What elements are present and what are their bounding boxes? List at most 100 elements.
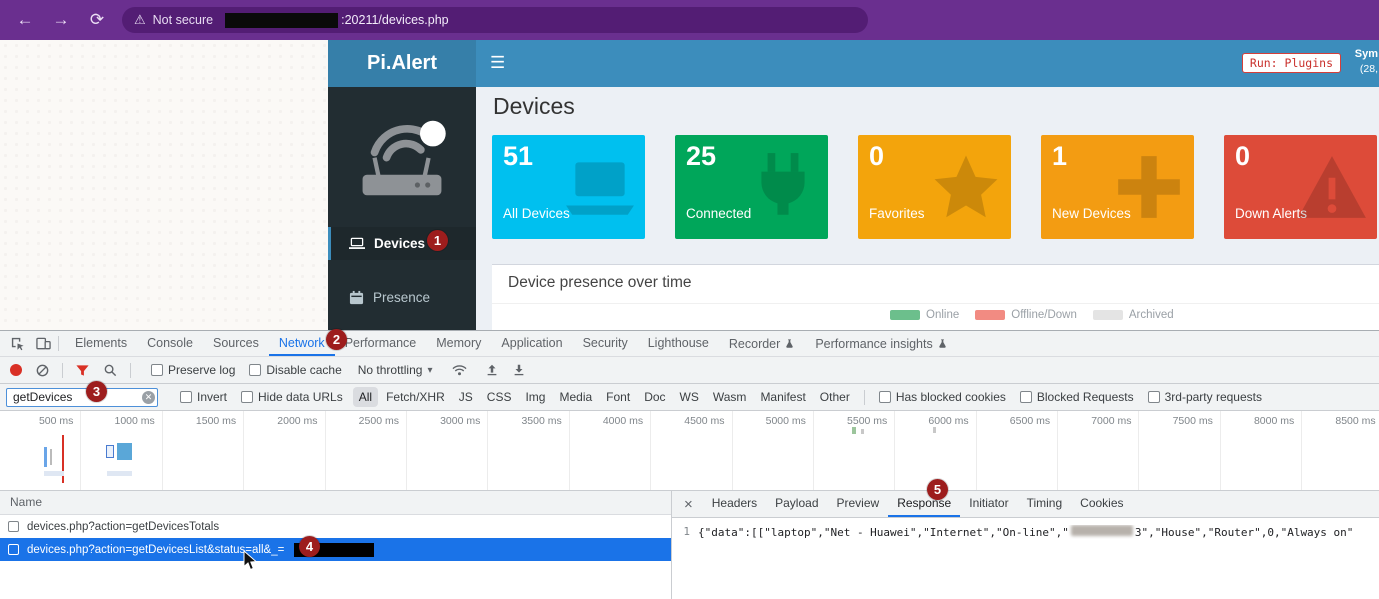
waterfall-mark — [933, 427, 936, 433]
tab-headers[interactable]: Headers — [703, 491, 766, 517]
stat-cards: 51 All Devices 25 Connected — [492, 135, 1379, 239]
card-new-devices[interactable]: 1 New Devices — [1041, 135, 1194, 239]
refresh-icon[interactable]: ⟳ — [86, 10, 108, 30]
filter-pill-other[interactable]: Other — [814, 387, 856, 407]
filter-pill-img[interactable]: Img — [519, 387, 551, 407]
third-party-requests-checkbox[interactable]: 3rd-party requests — [1148, 390, 1262, 404]
response-body[interactable]: 1 {"data":[["laptop","Net - Huawei","Int… — [672, 518, 1379, 539]
hide-data-urls-checkbox[interactable]: Hide data URLs — [241, 390, 343, 404]
laptop-icon — [563, 149, 637, 225]
device-toolbar-icon[interactable] — [34, 336, 52, 351]
blocked-requests-checkbox[interactable]: Blocked Requests — [1020, 390, 1134, 404]
card-favorites[interactable]: 0 Favorites — [858, 135, 1011, 239]
network-timeline[interactable]: 500 ms 1000 ms 1500 ms 2000 ms 2500 ms 3… — [0, 411, 1379, 491]
filter-pill-ws[interactable]: WS — [674, 387, 705, 407]
card-connected[interactable]: 25 Connected — [675, 135, 828, 239]
record-icon[interactable] — [10, 364, 22, 376]
request-row-get-devices-totals[interactable]: devices.php?action=getDevicesTotals — [0, 515, 671, 538]
close-icon[interactable]: × — [672, 496, 703, 513]
clear-network-log-icon[interactable] — [35, 363, 50, 378]
tab-preview[interactable]: Preview — [828, 491, 889, 517]
legend-label: Online — [926, 309, 959, 321]
invert-checkbox[interactable]: Invert — [180, 390, 227, 404]
tab-payload[interactable]: Payload — [766, 491, 827, 517]
checkbox[interactable] — [1148, 391, 1160, 403]
request-row-get-devices-list[interactable]: devices.php?action=getDevicesList&status… — [0, 538, 671, 561]
disable-cache-checkbox[interactable]: Disable cache — [249, 363, 341, 377]
checkbox[interactable] — [1020, 391, 1032, 403]
legend-swatch — [890, 310, 920, 320]
tab-timing[interactable]: Timing — [1018, 491, 1072, 517]
tab-sources[interactable]: Sources — [203, 331, 269, 356]
divider — [130, 363, 131, 378]
tab-console[interactable]: Console — [137, 331, 203, 356]
tab-network[interactable]: Network — [269, 331, 335, 356]
preserve-log-checkbox[interactable]: Preserve log — [151, 363, 235, 377]
forward-icon[interactable]: → — [50, 10, 72, 30]
timeline-label: 6500 ms — [977, 411, 1058, 490]
filter-pill-wasm[interactable]: Wasm — [707, 387, 753, 407]
filter-pill-doc[interactable]: Doc — [638, 387, 671, 407]
checkbox[interactable] — [249, 364, 261, 376]
throttling-select[interactable]: No throttling ▾ — [358, 363, 433, 377]
network-conditions-icon[interactable] — [452, 363, 467, 378]
import-har-icon[interactable] — [485, 363, 499, 377]
checkbox[interactable] — [879, 391, 891, 403]
legend-swatch — [1093, 310, 1123, 320]
checkbox-label: Disable cache — [266, 363, 341, 377]
network-filter-input[interactable] — [6, 388, 158, 407]
timeline-label: 2000 ms — [244, 411, 325, 490]
sidebar-item-presence[interactable]: Presence — [328, 281, 476, 314]
inspect-icon[interactable] — [8, 336, 26, 351]
checkbox[interactable] — [151, 364, 163, 376]
tab-label: Recorder — [729, 332, 780, 356]
search-icon[interactable] — [103, 363, 118, 378]
run-plugins-button[interactable]: Run: Plugins — [1242, 53, 1341, 73]
tab-performance-insights[interactable]: Performance insights — [805, 331, 957, 356]
sidebar-item-devices[interactable]: Devices — [328, 227, 476, 260]
card-down-alerts[interactable]: 0 Down Alerts — [1224, 135, 1377, 239]
filter-pill-js[interactable]: JS — [453, 387, 479, 407]
filter-pill-fetch-xhr[interactable]: Fetch/XHR — [380, 387, 451, 407]
checkbox[interactable] — [8, 521, 19, 532]
tab-cookies[interactable]: Cookies — [1071, 491, 1132, 517]
legend-online: Online — [890, 309, 959, 321]
tab-application[interactable]: Application — [491, 331, 572, 356]
filter-pill-css[interactable]: CSS — [481, 387, 518, 407]
clear-filter-icon[interactable]: ✕ — [142, 391, 155, 404]
export-har-icon[interactable] — [512, 363, 526, 377]
filter-pill-font[interactable]: Font — [600, 387, 636, 407]
header-corner-text-bottom: (28, — [1360, 63, 1378, 75]
tab-performance[interactable]: Performance — [335, 331, 427, 356]
tab-recorder[interactable]: Recorder — [719, 331, 805, 356]
redacted-response-value — [1071, 525, 1133, 536]
filter-icon[interactable] — [75, 363, 90, 378]
tab-response[interactable]: Response — [888, 491, 960, 517]
legend-label: Offline/Down — [1011, 309, 1077, 321]
requests-name-header[interactable]: Name — [0, 491, 671, 515]
filter-pill-media[interactable]: Media — [553, 387, 598, 407]
checkbox[interactable] — [180, 391, 192, 403]
filter-pill-manifest[interactable]: Manifest — [754, 387, 811, 407]
timeline-label: 1500 ms — [163, 411, 244, 490]
checkbox[interactable] — [8, 544, 19, 555]
has-blocked-cookies-checkbox[interactable]: Has blocked cookies — [879, 390, 1006, 404]
checkbox-label: Blocked Requests — [1037, 390, 1134, 404]
calendar-icon — [349, 290, 364, 305]
filter-input-wrap: ✕ — [6, 388, 158, 407]
address-bar[interactable]: ⚠ Not secure :20211/devices.php — [122, 7, 868, 33]
timeline-label: 7500 ms — [1139, 411, 1220, 490]
tab-elements[interactable]: Elements — [65, 331, 137, 356]
tab-lighthouse[interactable]: Lighthouse — [638, 331, 719, 356]
not-secure-label[interactable]: Not secure — [153, 13, 213, 27]
app-logo[interactable]: Pi.Alert — [328, 40, 476, 87]
tab-memory[interactable]: Memory — [426, 331, 491, 356]
hamburger-icon[interactable]: ☰ — [490, 53, 505, 73]
card-all-devices[interactable]: 51 All Devices — [492, 135, 645, 239]
tab-security[interactable]: Security — [573, 331, 638, 356]
tab-initiator[interactable]: Initiator — [960, 491, 1017, 517]
back-icon[interactable]: ← — [14, 10, 36, 30]
checkbox[interactable] — [241, 391, 253, 403]
presence-panel: Device presence over time Online Offline… — [492, 264, 1379, 330]
filter-pill-all[interactable]: All — [353, 387, 378, 407]
